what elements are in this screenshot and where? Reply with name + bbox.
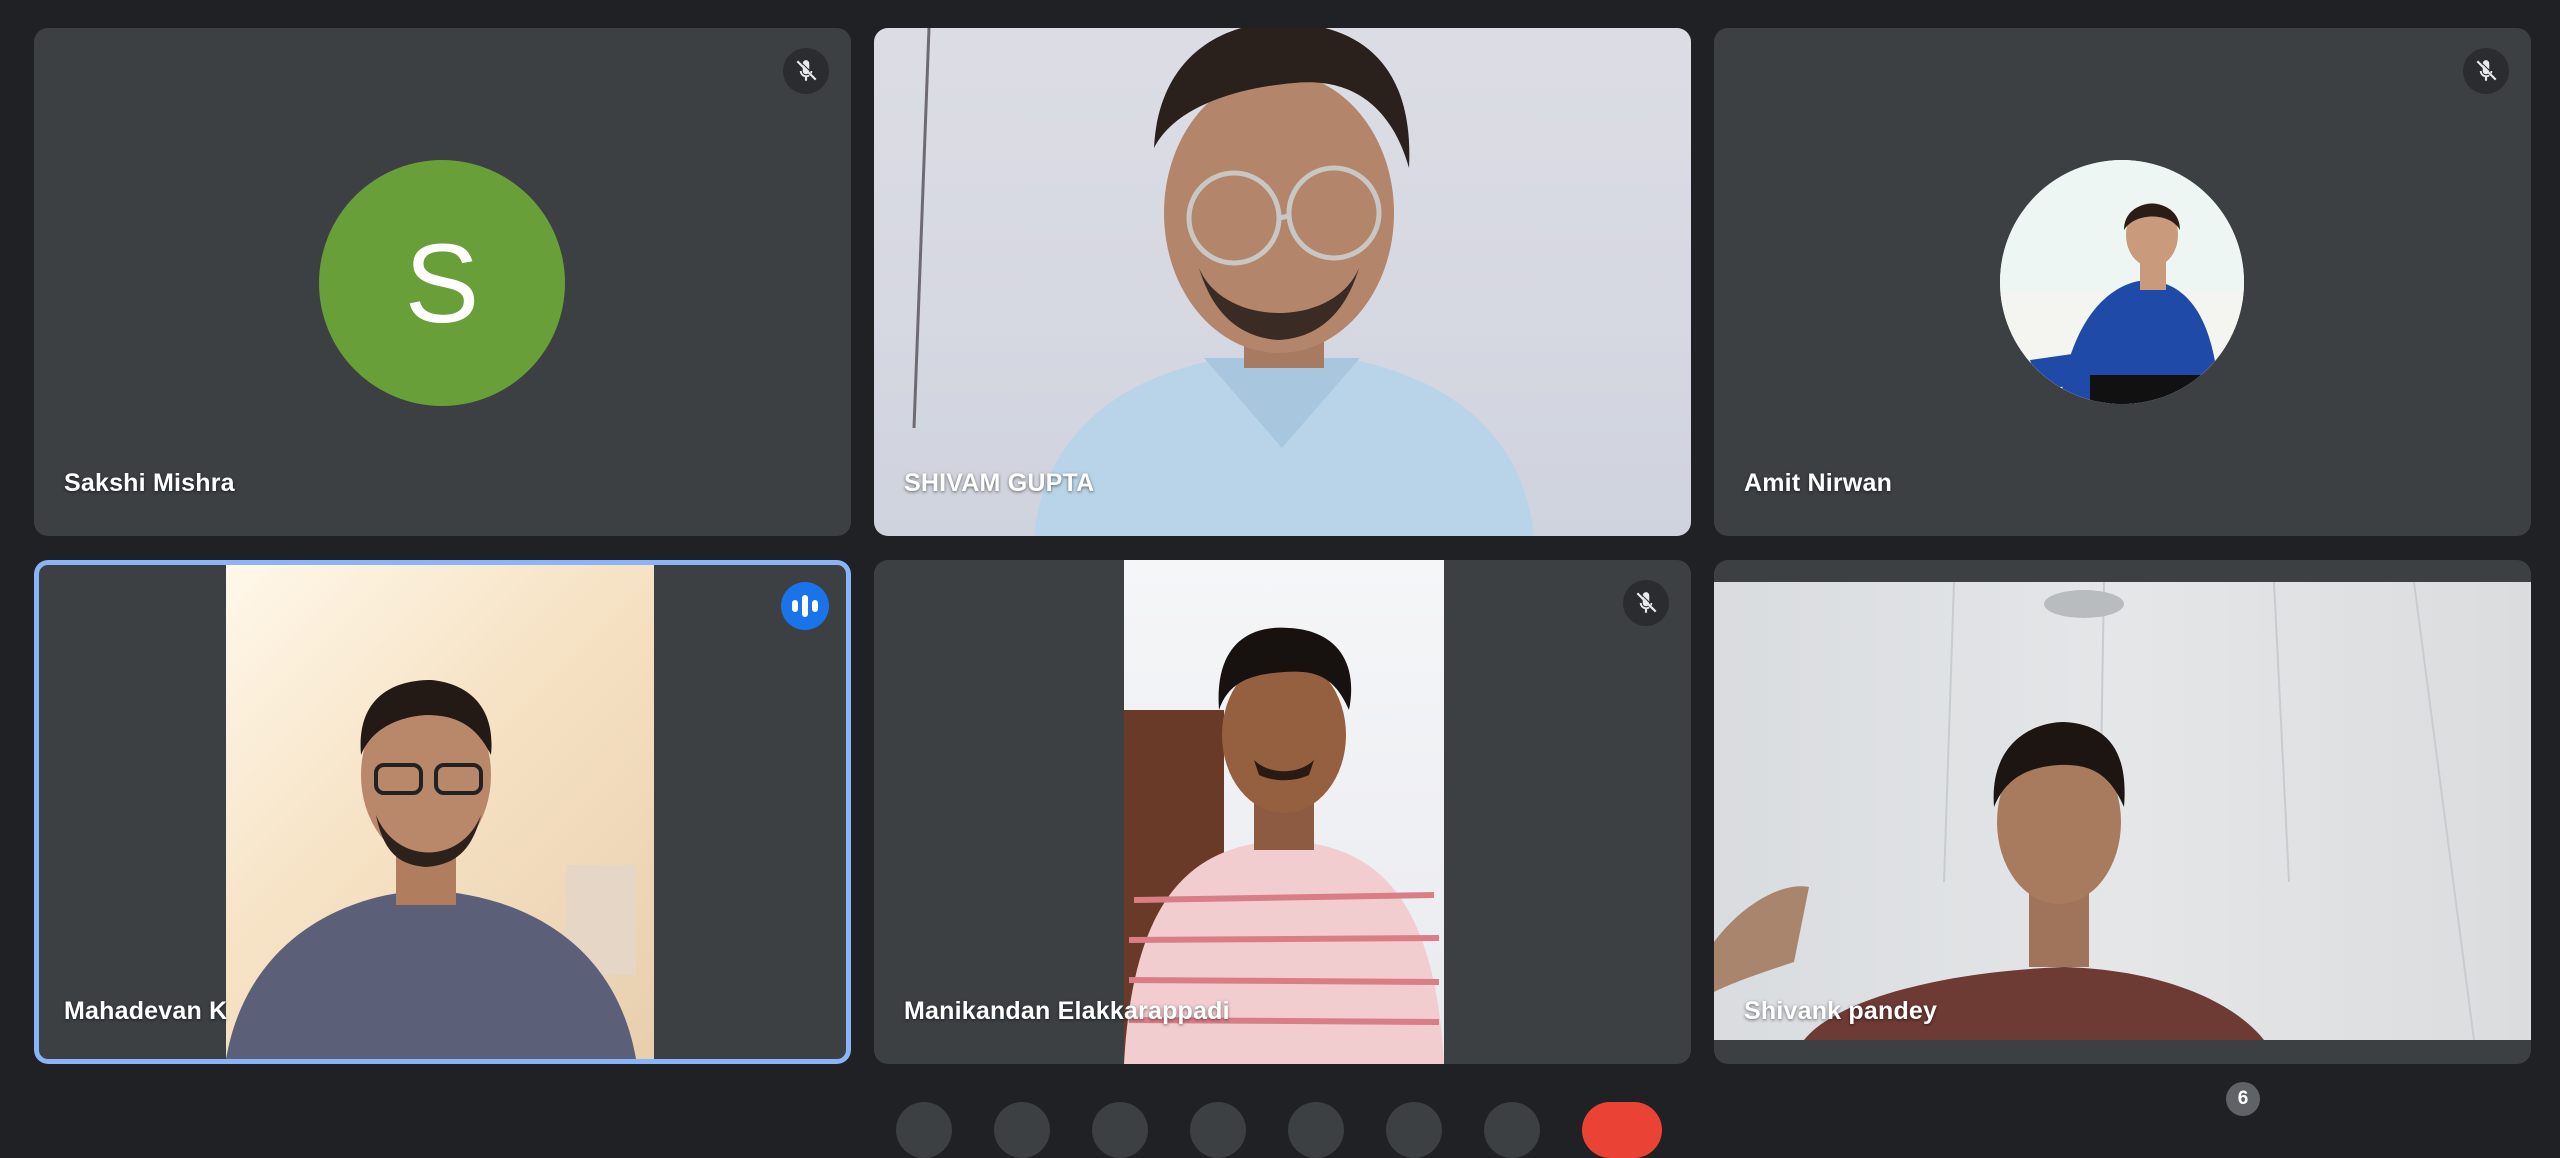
mic-off-icon — [783, 48, 829, 94]
participant-tile[interactable]: Mahadevan K — [34, 560, 851, 1064]
control-button[interactable] — [994, 1102, 1050, 1158]
participant-tile[interactable]: Amit Nirwan — [1714, 28, 2531, 536]
mic-off-icon — [2463, 48, 2509, 94]
participant-name: SHIVAM GUPTA — [904, 469, 1095, 497]
participant-avatar — [2000, 160, 2244, 404]
avatar-initial: S — [404, 220, 480, 346]
participant-video — [226, 565, 654, 1059]
control-button[interactable] — [896, 1102, 952, 1158]
participant-name: Amit Nirwan — [1744, 469, 1893, 497]
participant-tile[interactable]: SHIVAM GUPTA — [874, 28, 1691, 536]
control-button[interactable] — [1484, 1102, 1540, 1158]
participant-name: Mahadevan K — [64, 997, 228, 1025]
control-bar — [0, 1090, 2560, 1109]
control-button[interactable] — [1386, 1102, 1442, 1158]
control-button[interactable] — [1092, 1102, 1148, 1158]
end-call-button[interactable] — [1582, 1102, 1662, 1158]
participant-avatar: S — [319, 160, 565, 406]
mic-off-icon — [1623, 580, 1669, 626]
participant-name: Manikandan Elakkarappadi — [904, 997, 1230, 1025]
participant-tile[interactable]: S Sakshi Mishra — [34, 28, 851, 536]
control-button[interactable] — [1190, 1102, 1246, 1158]
participant-video — [1714, 582, 2531, 1040]
audio-level-icon — [781, 582, 829, 630]
participant-tile[interactable]: Manikandan Elakkarappadi — [874, 560, 1691, 1064]
participant-name: Sakshi Mishra — [64, 469, 235, 497]
participant-tile[interactable]: Shivank pandey — [1714, 560, 2531, 1064]
participant-name: Shivank pandey — [1744, 997, 1938, 1025]
participant-video — [1124, 560, 1444, 1064]
control-button[interactable] — [1288, 1102, 1344, 1158]
people-count-badge[interactable]: 6 — [2226, 1082, 2260, 1116]
participant-video — [874, 28, 1691, 536]
